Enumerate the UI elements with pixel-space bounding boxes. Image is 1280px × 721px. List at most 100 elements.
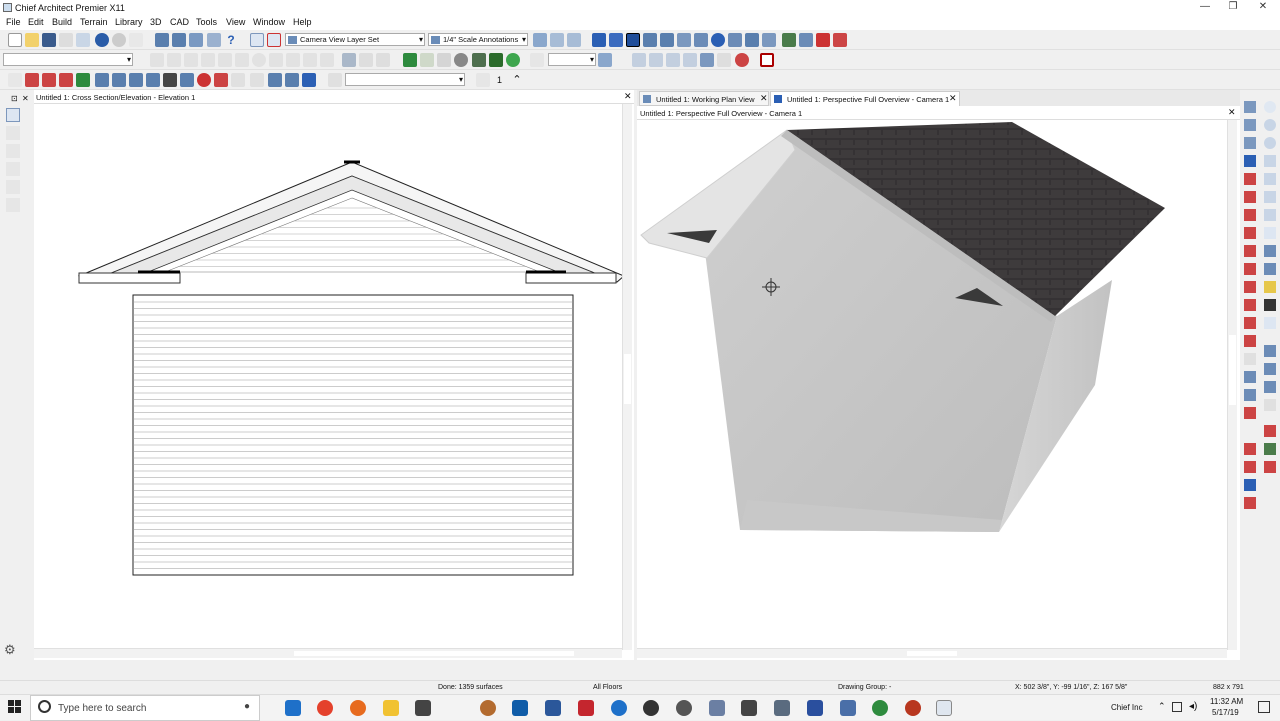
panel-close-icon[interactable]: ✕ bbox=[22, 94, 29, 103]
microphone-icon[interactable]: ● bbox=[244, 701, 250, 712]
line-tool-icon[interactable] bbox=[218, 53, 232, 67]
menu-help[interactable]: Help bbox=[293, 17, 312, 27]
roof-plane-icon[interactable] bbox=[1244, 191, 1256, 203]
tray-chevron-icon[interactable]: ⌃ bbox=[1158, 701, 1166, 712]
trim-icon[interactable] bbox=[1244, 209, 1256, 221]
fill-window-building-icon[interactable] bbox=[1264, 173, 1276, 185]
dimension-tool-icon[interactable] bbox=[1264, 345, 1276, 357]
zoom-in-icon[interactable] bbox=[1264, 119, 1276, 131]
red-app-icon[interactable] bbox=[905, 700, 921, 716]
spell-check-icon[interactable] bbox=[129, 33, 143, 47]
layer-set-select[interactable]: Camera View Layer Set ▾ bbox=[285, 33, 425, 46]
zoom-out-icon[interactable] bbox=[1264, 137, 1276, 149]
undo-icon[interactable] bbox=[95, 33, 109, 47]
menu-cad[interactable]: CAD bbox=[170, 17, 189, 27]
angle-snap-icon[interactable] bbox=[683, 53, 697, 67]
roof-tool-icon[interactable] bbox=[214, 73, 228, 87]
railing-icon[interactable] bbox=[1244, 281, 1256, 293]
windows-start-icon[interactable] bbox=[8, 700, 22, 714]
break-icon[interactable] bbox=[1244, 407, 1256, 419]
photos-icon[interactable] bbox=[709, 700, 725, 716]
scrollbar-thumb[interactable] bbox=[294, 651, 574, 656]
bold-app-icon[interactable] bbox=[807, 700, 823, 716]
cloud-app-icon[interactable] bbox=[840, 700, 856, 716]
camera-tool-icon[interactable] bbox=[1244, 137, 1256, 149]
edit-tool-icon[interactable] bbox=[150, 53, 164, 67]
tilt-icon[interactable] bbox=[1264, 263, 1276, 275]
cabinet-icon[interactable] bbox=[146, 73, 160, 87]
doll-house-icon[interactable] bbox=[694, 33, 708, 47]
layer-display-icon[interactable] bbox=[155, 33, 169, 47]
reference-icon[interactable] bbox=[735, 53, 749, 67]
settings-gear-icon[interactable]: ⚙ bbox=[4, 642, 16, 658]
file-explorer-icon[interactable] bbox=[383, 700, 399, 716]
fill-window-icon[interactable] bbox=[1264, 155, 1276, 167]
retaining-wall-icon[interactable] bbox=[472, 53, 486, 67]
swap-view-icon[interactable] bbox=[1264, 191, 1276, 203]
slab-icon[interactable] bbox=[1244, 299, 1256, 311]
circle-tool-icon[interactable] bbox=[252, 53, 266, 67]
select-arrow-icon[interactable] bbox=[8, 73, 22, 87]
pin-icon[interactable]: ⊡ bbox=[11, 94, 18, 103]
green-app-icon[interactable] bbox=[872, 700, 888, 716]
material-eyedropper-icon[interactable] bbox=[762, 33, 776, 47]
redo-icon[interactable] bbox=[112, 33, 126, 47]
rotate-tool-icon[interactable] bbox=[6, 180, 20, 194]
auto-dimension-icon[interactable] bbox=[632, 53, 646, 67]
walkthrough-icon[interactable] bbox=[643, 33, 657, 47]
full-camera-icon[interactable] bbox=[626, 33, 640, 47]
group-icon[interactable] bbox=[342, 53, 356, 67]
zoom-tool-icon[interactable] bbox=[6, 198, 20, 212]
annotation-set-select[interactable]: 1/4" Scale Annotations ▾ bbox=[428, 33, 528, 46]
gable-icon[interactable] bbox=[1244, 227, 1256, 239]
camera-icon[interactable] bbox=[609, 33, 623, 47]
maximize-button[interactable]: ❐ bbox=[1218, 1, 1248, 15]
dimension-select[interactable]: ▾ bbox=[548, 53, 596, 66]
disabled-tool-icon[interactable] bbox=[231, 73, 245, 87]
record-icon[interactable] bbox=[760, 53, 774, 67]
plant-chooser-icon[interactable] bbox=[489, 53, 503, 67]
align-icon[interactable] bbox=[376, 53, 390, 67]
zoom-icon[interactable] bbox=[1264, 101, 1276, 113]
stairs-tool-icon[interactable] bbox=[129, 73, 143, 87]
box-tool-icon[interactable] bbox=[269, 53, 283, 67]
minimize-button[interactable]: — bbox=[1190, 1, 1220, 15]
chrome-icon[interactable] bbox=[317, 700, 333, 716]
terrain-icon[interactable] bbox=[403, 53, 417, 67]
arrow-tool-icon[interactable] bbox=[303, 53, 317, 67]
cross-section-icon[interactable] bbox=[660, 33, 674, 47]
tab-camera[interactable]: Untitled 1: Perspective Full Overview - … bbox=[770, 91, 960, 106]
callout-tool-icon[interactable] bbox=[320, 53, 334, 67]
snap-icon[interactable] bbox=[666, 53, 680, 67]
text-defaults-icon[interactable] bbox=[567, 33, 581, 47]
tool-select[interactable]: ▾ bbox=[345, 73, 465, 86]
menu-edit[interactable]: Edit bbox=[28, 17, 44, 27]
eyedropper-icon[interactable] bbox=[782, 33, 796, 47]
polyline-icon[interactable] bbox=[1264, 399, 1276, 411]
scrollbar-thumb[interactable] bbox=[907, 651, 957, 656]
camera-horizontal-scrollbar[interactable] bbox=[637, 648, 1227, 658]
layer-icon[interactable] bbox=[1264, 299, 1276, 311]
electrical-icon[interactable] bbox=[197, 73, 211, 87]
molding-icon[interactable] bbox=[1244, 317, 1256, 329]
network-icon[interactable] bbox=[1172, 702, 1182, 712]
resize-icon[interactable] bbox=[1264, 461, 1276, 473]
tab-close-icon[interactable]: ✕ bbox=[949, 93, 957, 104]
help-icon[interactable]: ? bbox=[224, 33, 238, 47]
notifications-icon[interactable] bbox=[1258, 701, 1270, 713]
print-preview-icon[interactable] bbox=[76, 33, 90, 47]
quicken-icon[interactable] bbox=[578, 700, 594, 716]
text-tool-icon[interactable] bbox=[328, 73, 342, 87]
camera-vertical-scrollbar[interactable] bbox=[1227, 120, 1237, 650]
tree-icon[interactable] bbox=[506, 53, 520, 67]
preferences-icon[interactable] bbox=[207, 33, 221, 47]
annotation-defaults-icon[interactable] bbox=[533, 33, 547, 47]
backclip-icon[interactable] bbox=[677, 33, 691, 47]
reflect-icon[interactable] bbox=[1244, 461, 1256, 473]
perspective-3d-view[interactable] bbox=[637, 120, 1227, 648]
x-tool-icon[interactable] bbox=[201, 53, 215, 67]
material-painter-icon[interactable] bbox=[745, 33, 759, 47]
camera-close-icon[interactable]: ✕ bbox=[1228, 107, 1236, 118]
orbit-icon[interactable] bbox=[1264, 245, 1276, 257]
home-view-icon[interactable] bbox=[592, 33, 606, 47]
